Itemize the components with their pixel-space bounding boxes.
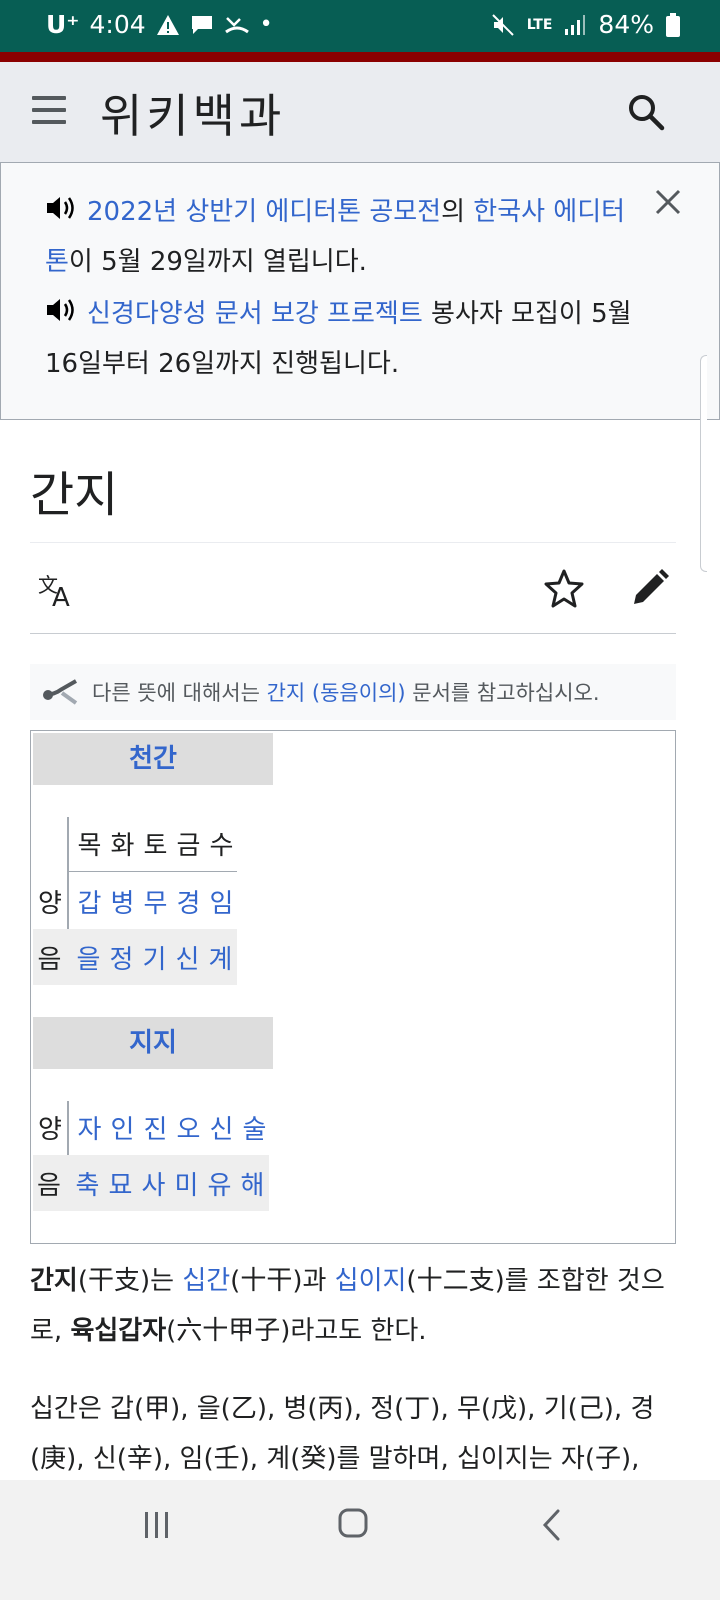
infobox: 천간 목 화 토 금 수 양 갑 병 무 경 임 음 을 정 기 신 계 지지 … [30,730,676,1244]
paragraph-text: (干支)는 [77,1266,183,1296]
disambiguation-link[interactable]: 간지 (동음이의) [267,677,406,707]
hamburger-menu-icon[interactable] [32,96,66,126]
table-row: 음 을 정 기 신 계 [33,929,237,985]
svg-text:A: A [52,583,70,610]
system-navigation-bar [0,1480,720,1600]
scrollbar-handle[interactable] [700,355,707,572]
editathon-contest-link[interactable]: 2022년 상반기 에디터톤 공모전 [87,197,441,227]
table-cell-link[interactable]: 축 [71,1165,104,1202]
table-divider [69,871,237,872]
table-row: 양 자 인 진 오 신 술 [33,1099,271,1155]
row-label: 양 [38,888,62,919]
close-icon[interactable] [653,187,683,217]
battery-percent: 84% [598,10,654,39]
status-bar: U⁺ 4:04 • LTE 84% [0,0,720,52]
table-cell-link[interactable]: 임 [205,883,238,920]
hatnote-text: 다른 뜻에 대해서는 [92,681,260,705]
speaker-icon [47,197,74,219]
element-header-row: 목 화 토 금 수 [35,815,238,871]
table-cell-link[interactable]: 묘 [104,1165,137,1202]
message-icon [191,15,212,34]
edit-pencil-icon[interactable] [630,568,670,608]
dot-icon: • [259,12,273,37]
table-cell-link[interactable]: 신 [205,1109,238,1146]
site-header: 위키백과 [0,62,720,162]
article-paragraph-2: 십간은 갑(甲), 을(乙), 병(丙), 정(丁), 무(戊), 기(己), … [30,1394,655,1474]
accent-bar [0,52,720,62]
table-cell: 수 [209,830,234,861]
sipgan-link[interactable]: 십간 [182,1266,230,1296]
notice-line-2: 신경다양성 문서 보강 프로젝트 봉사자 모집이 5월 16일부터 26일까지 … [45,289,645,389]
hatnote: 다른 뜻에 대해서는 간지 (동음이의) 문서를 참고하십시오. [30,664,676,720]
missed-call-icon [224,16,249,33]
bold-term: 간지 [30,1266,78,1296]
row-label: 양 [38,1114,62,1145]
speaker-icon [47,299,74,321]
table-cell-link[interactable]: 병 [106,883,139,920]
notice-text: 의 [441,197,474,227]
row-label: 음 [37,1170,61,1201]
article-paragraph-1: 간지(干支)는 십간(十干)과 십이지(十二支)를 조합한 것으로, 육십갑자(… [30,1256,680,1356]
table-cell-link[interactable]: 유 [203,1165,236,1202]
notice-line-1: 2022년 상반기 에디터톤 공모전의 한국사 에디터톤이 5월 29일까지 열… [45,187,645,287]
site-notice-banner: 2022년 상반기 에디터톤 공모전의 한국사 에디터톤이 5월 29일까지 열… [0,162,720,420]
table-cell-link[interactable]: 술 [238,1109,271,1146]
mute-icon [491,13,514,36]
table-cell-link[interactable]: 기 [138,939,171,976]
table-cell-link[interactable]: 자 [73,1109,106,1146]
table-cell-link[interactable]: 갑 [73,883,106,920]
paragraph-text: (十干)과 [230,1266,335,1296]
table-cell-link[interactable]: 진 [139,1109,172,1146]
table-row: 양 갑 병 무 경 임 [33,873,238,929]
neurodiversity-project-link[interactable]: 신경다양성 문서 보강 프로젝트 [87,299,423,329]
notice-text: 이 5월 29일까지 열립니다. [68,247,367,277]
table-cell-link[interactable]: 미 [170,1165,203,1202]
disambiguation-icon [43,679,78,705]
sibiji-link[interactable]: 십이지 [335,1266,407,1296]
table-cell-link[interactable]: 신 [171,939,204,976]
table-row: 음 축 묘 사 미 유 해 [33,1155,269,1211]
table-cell-link[interactable]: 계 [204,939,237,976]
table-cell-link[interactable]: 사 [137,1165,170,1202]
divider [30,542,676,543]
table-cell-link[interactable]: 정 [105,939,138,976]
table-cell-link[interactable]: 인 [106,1109,139,1146]
divider [30,633,676,634]
clock: 4:04 [89,10,146,39]
table-cell-link[interactable]: 경 [172,883,205,920]
signal-icon [565,14,586,35]
recent-apps-icon[interactable] [143,1510,171,1540]
page-title: 간지 [30,467,119,523]
table-cell: 금 [176,830,201,861]
jiji-heading[interactable]: 지지 [33,1017,273,1069]
network-type: LTE [526,16,553,33]
home-icon[interactable] [338,1508,368,1538]
table-cell: 화 [110,830,135,861]
bold-term: 육십갑자 [70,1316,167,1346]
watch-star-icon[interactable] [544,568,584,608]
paragraph-text: (六十甲子)라고도 한다. [166,1316,427,1346]
site-title[interactable]: 위키백과 [100,80,285,146]
table-cell-link[interactable]: 해 [236,1165,269,1202]
table-cell-link[interactable]: 을 [72,939,105,976]
table-cell: 토 [143,830,168,861]
table-cell-link[interactable]: 무 [139,883,172,920]
hatnote-text: 문서를 참고하십시오. [412,681,600,705]
warning-icon [156,14,179,35]
carrier-label: U⁺ [46,10,80,39]
table-cell-link[interactable]: 오 [172,1109,205,1146]
row-label: 음 [37,944,62,975]
back-icon[interactable] [540,1508,564,1542]
language-icon[interactable]: 文 A [38,570,78,610]
cheongan-heading[interactable]: 천간 [33,733,273,785]
battery-icon [666,12,680,37]
search-icon[interactable] [626,92,666,132]
table-cell: 목 [77,830,102,861]
